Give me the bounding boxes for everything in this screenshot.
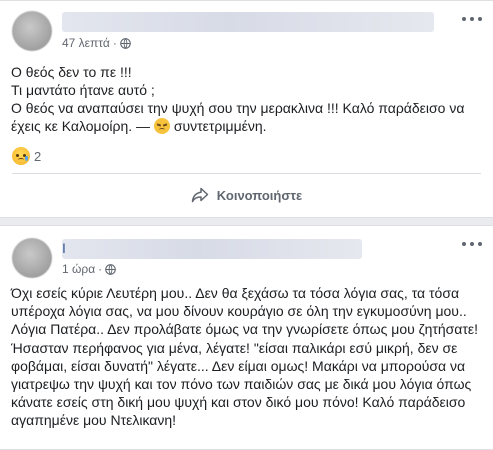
post-line: Ο θεός να αναπαύσει την ψυχή σου την μερ…	[11, 99, 483, 135]
post-text: Όχι εσείς κύριε Λευτέρη μου.. Δεν θα ξεχ…	[11, 284, 483, 430]
post-timestamp[interactable]: 1 ώρα	[62, 262, 95, 276]
post-line: Τι μαντάτο ήτανε αυτό ;	[11, 82, 155, 98]
author-name-initial: I	[62, 240, 66, 256]
reaction-count[interactable]: 2	[34, 149, 41, 164]
post-text: Ο θεός δεν το πε !!! Τι μαντάτο ήτανε αυ…	[11, 63, 483, 135]
feeling-label[interactable]: συντετριμμένη.	[174, 118, 267, 134]
meta-separator: ·	[98, 262, 103, 276]
share-arrow-icon	[191, 187, 209, 203]
post-card: 47 λεπτά · Ο θεός δεν το πε !!! Τι μαντά…	[0, 0, 493, 218]
share-button[interactable]: Κοινοποιήστε	[0, 179, 493, 211]
author-avatar[interactable]	[12, 238, 52, 278]
more-options-icon[interactable]	[462, 239, 482, 249]
post-card: I 1 ώρα · Όχι εσείς κύριε Λευτέρη μου.. …	[0, 225, 493, 450]
globe-icon	[105, 263, 116, 275]
post-timestamp[interactable]: 47 λεπτά	[62, 36, 110, 50]
meta-separator: ·	[112, 36, 117, 50]
sad-face-emoji-icon	[153, 118, 170, 134]
post-body: Όχι εσείς κύριε Λευτέρη μου.. Δεν θα ξεχ…	[11, 285, 479, 429]
author-name-redacted[interactable]	[62, 12, 434, 32]
divider	[12, 173, 481, 174]
sad-reaction-icon	[12, 147, 30, 165]
author-avatar[interactable]	[12, 11, 52, 51]
post-line: Ο θεός δεν το πε !!!	[11, 64, 132, 80]
reactions-summary[interactable]: 2	[12, 147, 41, 165]
author-name-redacted[interactable]: I	[62, 239, 362, 259]
share-label: Κοινοποιήστε	[216, 187, 303, 203]
more-options-icon[interactable]	[462, 14, 482, 24]
post-meta: 1 ώρα ·	[62, 262, 116, 276]
post-meta: 47 λεπτά ·	[62, 36, 131, 50]
globe-icon	[120, 37, 131, 49]
